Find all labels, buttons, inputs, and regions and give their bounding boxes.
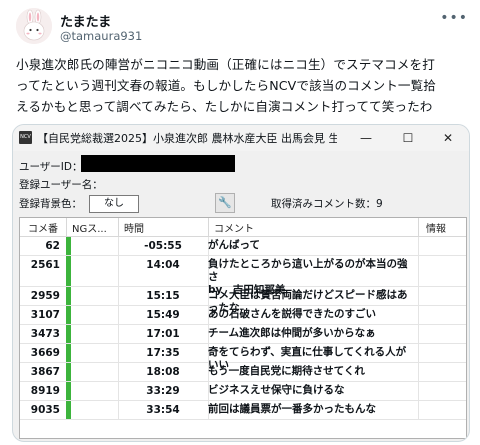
comment-number: 9035: [30, 404, 60, 416]
col-header-comment[interactable]: コメント: [214, 220, 254, 235]
redacted-user-id: [81, 155, 235, 172]
attached-screenshot[interactable]: NCV 【自民党総裁選2025】小泉進次郎 農林水産大臣 出馬会見 生... —…: [12, 124, 470, 442]
avatar[interactable]: [16, 8, 52, 44]
ng-status-bar: [66, 325, 71, 343]
comment-number: 3867: [30, 366, 60, 378]
registered-user-label: 登録ユーザー名：: [19, 179, 103, 191]
comment-text: がんばって: [208, 239, 260, 251]
ng-status-bar: [66, 237, 71, 255]
column-divider: [418, 382, 419, 400]
registered-bg-label: 登録背景色：: [19, 198, 82, 210]
comment-number: 3473: [30, 328, 60, 340]
comment-time: 15:49: [146, 309, 180, 321]
comment-text: あの石破さんを説得できたのすごい: [208, 308, 376, 320]
fetched-count: 取得済みコメント数：9: [271, 198, 383, 210]
table-row[interactable]: 3867 18:08 もう一度自民党に期待させてくれ: [20, 363, 466, 382]
table-row[interactable]: 62 -05:55 がんばって: [20, 237, 466, 256]
user-handle[interactable]: @tamaura931: [60, 29, 142, 43]
ncv-app-icon: NCV: [19, 131, 32, 144]
comment-time: 18:08: [146, 366, 180, 378]
comment-text: もう一度自民党に期待させてくれ: [208, 365, 365, 377]
comment-number: 2561: [30, 259, 60, 271]
column-divider: [418, 256, 419, 286]
comment-number: 8919: [30, 385, 60, 397]
ng-status-bar: [66, 382, 71, 400]
table-row[interactable]: 3473 17:01 チーム進次郎は仲間が多いからなぁ: [20, 325, 466, 344]
maximize-button[interactable]: ☐: [393, 128, 423, 148]
table-row[interactable]: 9035 33:54 前回は議員票が一番多かったもんな: [20, 401, 466, 420]
table-row[interactable]: 8919 33:29 ビジネスえせ保守に負けるな: [20, 382, 466, 401]
comment-time: 15:15: [146, 290, 180, 302]
col-header-ng[interactable]: NGス...: [72, 220, 107, 235]
comment-number: 2959: [30, 290, 60, 302]
more-horizontal-icon[interactable]: •••: [440, 10, 468, 26]
comment-text: 前回は議員票が一番多かったもんな: [208, 403, 376, 415]
column-divider: [418, 237, 419, 255]
column-divider: [418, 287, 419, 305]
comment-time: 33:54: [146, 404, 180, 416]
ng-status-bar: [66, 256, 71, 286]
table-row[interactable]: 3669 17:35 奇をてらわず、実直に仕事してくれる人がいい: [20, 344, 466, 371]
table-row[interactable]: 2959 15:15 コメ大臣は賛否両論だけどスピード感はあったな: [20, 287, 466, 314]
column-divider: [418, 344, 419, 362]
table-body: 62 -05:55 がんばって 2561 14:04 負けたところから這い上がるのが本当の…: [20, 237, 466, 420]
col-header-no[interactable]: コメ番: [28, 220, 58, 235]
comment-time: -05:55: [144, 240, 182, 252]
ng-status-bar: [66, 401, 71, 419]
comment-text: ビジネスえせ保守に負けるな: [208, 384, 345, 396]
comment-table: コメ番 NGス... 時間 コメント 情報 62 -05:55 がんばって 2561 1…: [19, 217, 467, 439]
col-header-info[interactable]: 情報: [426, 220, 446, 235]
ng-status-bar: [66, 363, 71, 381]
window-titlebar: NCV 【自民党総裁選2025】小泉進次郎 農林水産大臣 出馬会見 生... —…: [13, 125, 469, 151]
comment-number: 3669: [30, 347, 60, 359]
table-row[interactable]: 2561 14:04 負けたところから這い上がるのが本当の強さ by 吉田知那美: [20, 256, 466, 296]
comment-number: 62: [45, 240, 60, 252]
bg-color-select[interactable]: なし: [89, 195, 139, 213]
rabbit-avatar-icon: [16, 8, 52, 44]
minimize-button[interactable]: —: [351, 128, 381, 148]
close-button[interactable]: ✕: [433, 128, 463, 148]
column-divider: [418, 325, 419, 343]
table-row[interactable]: 3107 15:49 あの石破さんを説得できたのすごい: [20, 306, 466, 325]
tweet-header: たまたま @tamaura931 •••: [16, 8, 468, 48]
user-id-label: ユーザーID：: [19, 161, 83, 173]
comment-time: 17:35: [146, 347, 180, 359]
comment-time: 33:29: [146, 385, 180, 397]
comment-time: 14:04: [146, 259, 180, 271]
wrench-icon[interactable]: 🔧: [215, 193, 235, 213]
ng-status-bar: [66, 287, 71, 305]
column-divider: [418, 306, 419, 324]
tweet-text: 小泉進次郎氏の陣営がニコニコ動画（正確にはニコ生）でステマコメを打 ってたという…: [16, 57, 437, 114]
table-header: コメ番 NGス... 時間 コメント 情報: [20, 218, 466, 237]
comment-text: チーム進次郎は仲間が多いからなぁ: [208, 327, 376, 339]
display-name[interactable]: たまたま: [60, 11, 111, 30]
col-header-time[interactable]: 時間: [124, 220, 144, 235]
window-title: 【自民党総裁選2025】小泉進次郎 農林水産大臣 出馬会見 生...: [37, 132, 337, 145]
ng-status-bar: [66, 306, 71, 324]
column-divider: [418, 401, 419, 419]
ng-status-bar: [66, 344, 71, 362]
column-divider: [418, 363, 419, 381]
comment-time: 17:01: [146, 328, 180, 340]
comment-number: 3107: [30, 309, 60, 321]
